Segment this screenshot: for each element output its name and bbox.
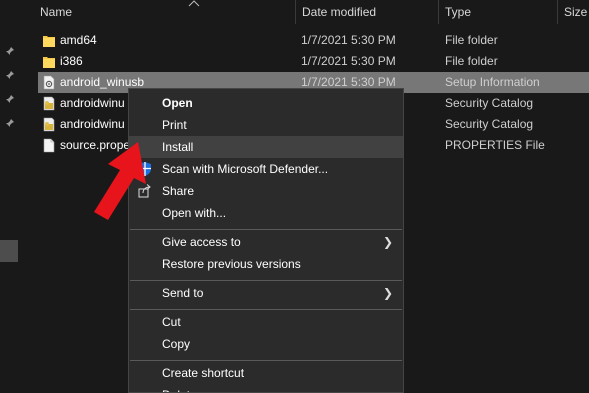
navigation-pane — [0, 0, 30, 393]
column-header-type[interactable]: Type — [438, 0, 558, 24]
menu-item-delete[interactable]: Delete — [129, 384, 403, 392]
file-type: File folder — [445, 54, 498, 68]
menu-item-create-shortcut[interactable]: Create shortcut — [129, 362, 403, 384]
menu-item-give-access[interactable]: Give access to ❯ — [129, 231, 403, 253]
nav-selected-item[interactable] — [0, 240, 18, 262]
catalog-icon — [42, 117, 56, 132]
pin-icon — [5, 46, 15, 56]
menu-separator — [130, 360, 402, 361]
menu-item-print[interactable]: Print — [129, 114, 403, 136]
sort-up-icon — [188, 0, 200, 8]
menu-item-share-label: Share — [162, 184, 195, 198]
menu-separator — [130, 280, 402, 281]
menu-item-restore[interactable]: Restore previous versions — [129, 253, 403, 275]
pin-icon — [5, 94, 15, 104]
menu-item-give-access-label: Give access to — [162, 235, 241, 249]
pin-icon — [5, 118, 15, 128]
context-menu: Open Print Install Scan with Microsoft D… — [128, 88, 404, 393]
file-type: Security Catalog — [445, 96, 534, 110]
file-name: i386 — [60, 54, 83, 68]
file-icon — [42, 138, 56, 153]
column-header-name[interactable]: Name — [34, 0, 296, 24]
column-header-size[interactable]: Size — [557, 0, 589, 24]
file-name: amd64 — [60, 33, 97, 47]
file-type: PROPERTIES File — [445, 138, 545, 152]
setup-file-icon — [42, 75, 56, 90]
menu-item-send-to[interactable]: Send to ❯ — [129, 282, 403, 304]
menu-item-open[interactable]: Open — [129, 92, 403, 114]
file-row[interactable]: amd64 1/7/2021 5:30 PM File folder — [38, 30, 589, 51]
menu-item-send-to-label: Send to — [162, 286, 204, 300]
catalog-icon — [42, 96, 56, 111]
menu-item-cut[interactable]: Cut — [129, 311, 403, 333]
folder-icon — [42, 33, 56, 48]
menu-item-copy[interactable]: Copy — [129, 333, 403, 355]
folder-icon — [42, 54, 56, 69]
pin-icon — [5, 70, 15, 80]
menu-item-install[interactable]: Install — [129, 136, 403, 158]
file-date: 1/7/2021 5:30 PM — [301, 54, 396, 68]
chevron-right-icon: ❯ — [382, 235, 393, 249]
file-type: Setup Information — [445, 75, 540, 89]
red-arrow-annotation — [90, 140, 152, 222]
menu-item-scan-label: Scan with Microsoft Defender... — [162, 162, 329, 176]
menu-separator — [130, 229, 402, 230]
file-date: 1/7/2021 5:30 PM — [301, 33, 396, 47]
file-type: File folder — [445, 33, 498, 47]
column-header-date[interactable]: Date modified — [295, 0, 439, 24]
menu-item-scan[interactable]: Scan with Microsoft Defender... — [129, 158, 403, 180]
menu-item-share[interactable]: Share — [129, 180, 403, 202]
file-type: Security Catalog — [445, 117, 534, 131]
file-row[interactable]: i386 1/7/2021 5:30 PM File folder — [38, 51, 589, 72]
menu-item-open-with[interactable]: Open with... — [129, 202, 403, 224]
menu-separator — [130, 309, 402, 310]
chevron-right-icon: ❯ — [382, 286, 393, 300]
column-header-bar: Name Date modified Type Size — [30, 0, 589, 24]
